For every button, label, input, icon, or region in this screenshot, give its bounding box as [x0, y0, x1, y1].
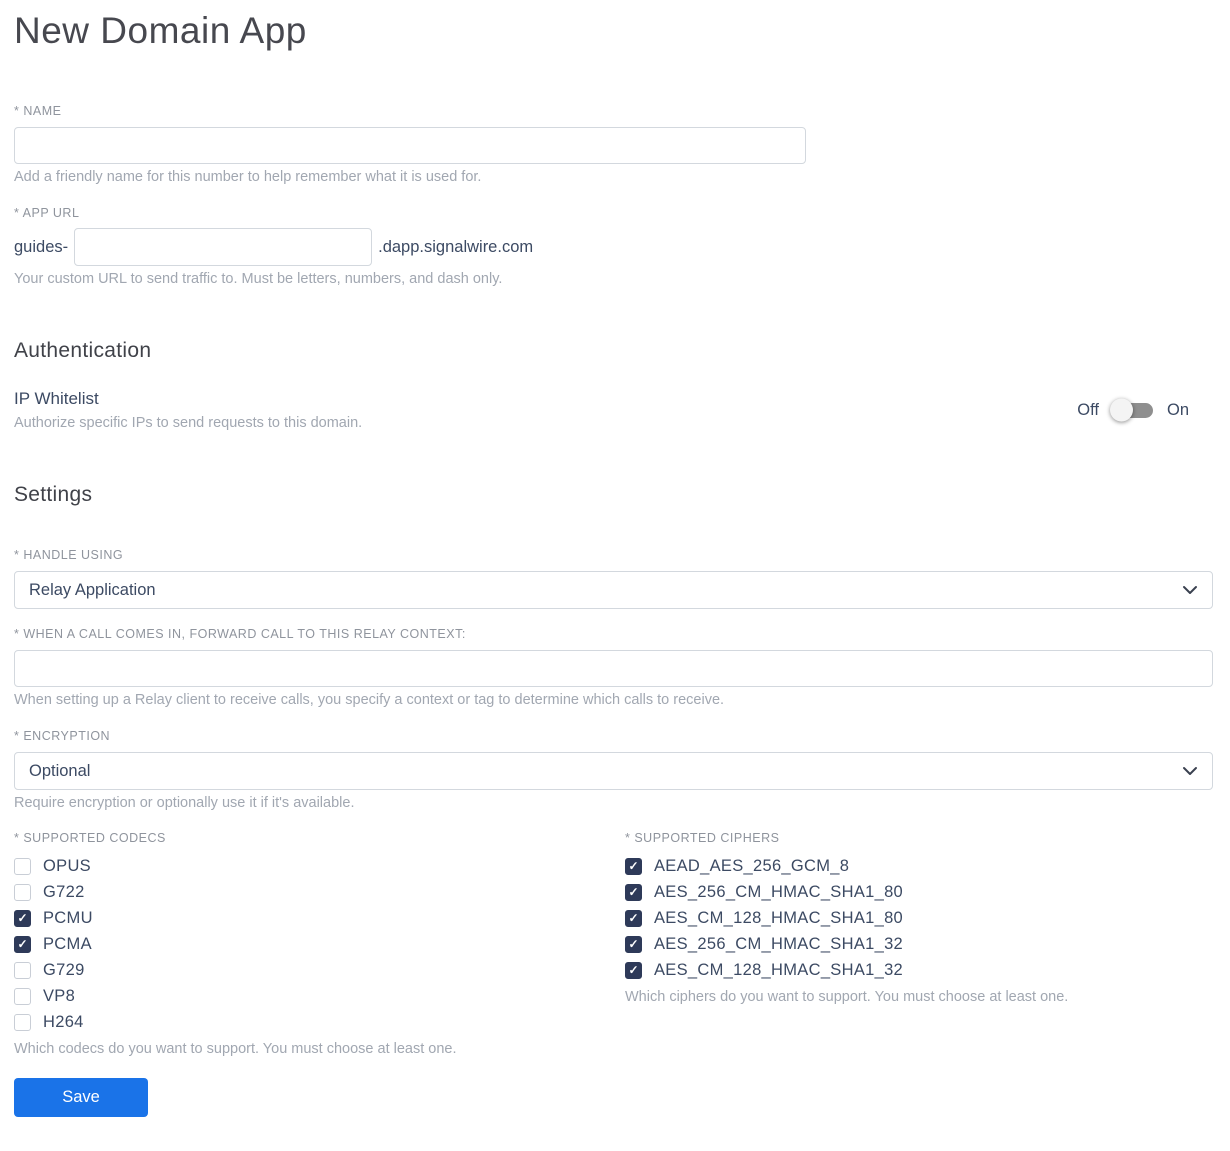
handle-using-select[interactable]: Relay Application [14, 571, 1213, 610]
codec-option-label: OPUS [43, 856, 91, 875]
codec-option-label: H264 [43, 1012, 84, 1031]
cipher-option-label: AES_CM_128_HMAC_SHA1_32 [654, 960, 904, 979]
cipher-option[interactable]: ✓ AES_CM_128_HMAC_SHA1_80 [625, 905, 1213, 931]
cipher-option[interactable]: ✓ AES_256_CM_HMAC_SHA1_80 [625, 879, 1213, 905]
codec-option-label: G722 [43, 882, 85, 901]
encryption-helper: Require encryption or optionally use it … [14, 795, 355, 812]
encryption-select[interactable]: Optional [14, 752, 1213, 791]
codecs-checklist: OPUS G722 ✓ PCMU ✓ PCMA G729 VP8 H264 [14, 853, 625, 1035]
codec-option[interactable]: H264 [14, 1009, 625, 1035]
ip-whitelist-label: IP Whitelist [14, 389, 99, 409]
chevron-down-icon [1182, 585, 1198, 595]
ciphers-helper: Which ciphers do you want to support. Yo… [625, 989, 1069, 1006]
supported-ciphers-label: * SUPPORTED CIPHERS [625, 831, 780, 846]
handle-using-label: * HANDLE USING [14, 548, 124, 563]
supported-codecs-label: * SUPPORTED CODECS [14, 831, 166, 846]
checkbox-checked-icon[interactable]: ✓ [625, 909, 642, 927]
relay-context-input[interactable] [14, 650, 1213, 688]
checkbox-unchecked-icon[interactable] [14, 857, 31, 875]
relay-context-label: * WHEN A CALL COMES IN, FORWARD CALL TO … [14, 627, 466, 642]
toggle-knob-icon[interactable] [1109, 398, 1133, 422]
checkbox-unchecked-icon[interactable] [14, 987, 31, 1005]
cipher-option[interactable]: ✓ AES_256_CM_HMAC_SHA1_32 [625, 931, 1213, 957]
codec-option[interactable]: G722 [14, 879, 625, 905]
app-url-suffix: .dapp.signalwire.com [378, 237, 534, 256]
codec-option-label: PCMU [43, 908, 93, 927]
codec-option[interactable]: OPUS [14, 853, 625, 879]
codecs-helper: Which codecs do you want to support. You… [14, 1041, 457, 1058]
checkbox-checked-icon[interactable]: ✓ [625, 935, 642, 953]
ciphers-checklist: ✓ AEAD_AES_256_GCM_8 ✓ AES_256_CM_HMAC_SHA1… [625, 853, 1213, 983]
ip-whitelist-toggle[interactable] [1109, 398, 1153, 422]
save-button[interactable]: Save [14, 1078, 148, 1118]
codec-option[interactable]: G729 [14, 957, 625, 983]
cipher-option[interactable]: ✓ AES_CM_128_HMAC_SHA1_32 [625, 957, 1213, 983]
app-url-row: guides- .dapp.signalwire.com [14, 228, 1213, 267]
app-url-prefix: guides- [14, 237, 69, 256]
app-url-field-label: * APP URL [14, 206, 80, 221]
checkbox-unchecked-icon[interactable] [14, 1013, 31, 1031]
checkbox-checked-icon[interactable]: ✓ [625, 961, 642, 979]
new-domain-app-form: New Domain App * NAME Add a friendly nam… [0, 8, 1230, 1133]
toggle-on-label: On [1166, 400, 1189, 419]
codec-option-label: G729 [43, 960, 85, 979]
codec-option[interactable]: VP8 [14, 983, 625, 1009]
checkbox-checked-icon[interactable]: ✓ [625, 883, 642, 901]
cipher-option-label: AES_CM_128_HMAC_SHA1_80 [654, 908, 904, 927]
toggle-off-label: Off [1077, 400, 1099, 419]
name-field-label: * NAME [14, 104, 62, 119]
cipher-option-label: AES_256_CM_HMAC_SHA1_32 [654, 934, 904, 953]
checkbox-checked-icon[interactable]: ✓ [14, 909, 31, 927]
codec-option[interactable]: ✓ PCMA [14, 931, 625, 957]
chevron-down-icon [1182, 766, 1198, 776]
checkbox-unchecked-icon[interactable] [14, 883, 31, 901]
checkbox-checked-icon[interactable]: ✓ [14, 935, 31, 953]
ip-whitelist-toggle-group: Off On [1077, 398, 1213, 422]
name-field-helper: Add a friendly name for this number to h… [14, 169, 482, 186]
encryption-selected-value: Optional [29, 761, 91, 780]
codec-option-label: VP8 [43, 986, 76, 1005]
cipher-option-label: AES_256_CM_HMAC_SHA1_80 [654, 882, 904, 901]
app-url-helper: Your custom URL to send traffic to. Must… [14, 271, 503, 288]
ip-whitelist-text: IP Whitelist Authorize specific IPs to s… [14, 389, 362, 431]
codecs-ciphers-columns: * SUPPORTED CODECS OPUS G722 ✓ PCMU ✓ PCMA G72… [14, 831, 1213, 1057]
supported-ciphers-section: * SUPPORTED CIPHERS ✓ AEAD_AES_256_GCM_8 ✓… [625, 831, 1213, 1057]
relay-context-helper: When setting up a Relay client to receiv… [14, 692, 725, 709]
page-title: New Domain App [14, 10, 307, 51]
cipher-option[interactable]: ✓ AEAD_AES_256_GCM_8 [625, 853, 1213, 879]
ip-whitelist-description: Authorize specific IPs to send requests … [14, 415, 363, 432]
authentication-heading: Authentication [14, 339, 152, 363]
ip-whitelist-row: IP Whitelist Authorize specific IPs to s… [14, 389, 1213, 431]
checkbox-checked-icon[interactable]: ✓ [625, 857, 642, 875]
codec-option-label: PCMA [43, 934, 92, 953]
name-input[interactable] [14, 127, 806, 165]
codec-option[interactable]: ✓ PCMU [14, 905, 625, 931]
app-url-input[interactable] [74, 228, 373, 267]
handle-using-selected-value: Relay Application [29, 580, 156, 599]
supported-codecs-section: * SUPPORTED CODECS OPUS G722 ✓ PCMU ✓ PCMA G72… [14, 831, 625, 1057]
settings-heading: Settings [14, 483, 93, 507]
encryption-label: * ENCRYPTION [14, 729, 111, 744]
cipher-option-label: AEAD_AES_256_GCM_8 [654, 856, 850, 875]
checkbox-unchecked-icon[interactable] [14, 961, 31, 979]
